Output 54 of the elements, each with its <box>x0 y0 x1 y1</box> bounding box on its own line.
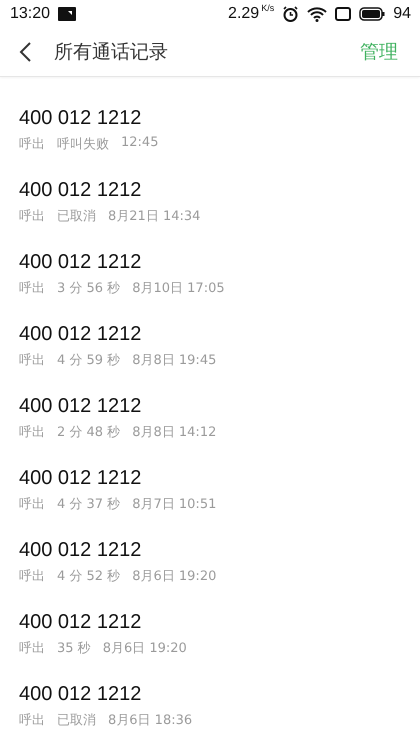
call-type: 呼出 <box>19 712 45 729</box>
back-button[interactable] <box>18 41 32 64</box>
call-time: 8月6日 19:20 <box>132 568 216 585</box>
call-type: 呼出 <box>19 208 45 225</box>
battery-level: 94 <box>393 5 411 24</box>
call-type: 呼出 <box>19 640 45 657</box>
call-result: 已取消 <box>57 208 96 225</box>
screen-icon <box>335 7 352 22</box>
phone-number: 400 012 1212 <box>19 107 142 130</box>
call-type: 呼出 <box>19 424 45 441</box>
call-result: 3 分 56 秒 <box>57 280 120 297</box>
call-log-item[interactable]: 400 012 1212 呼出 4 分 52 秒 8月6日 19:20 <box>0 526 420 598</box>
call-result: 4 分 59 秒 <box>57 352 120 369</box>
call-type: 呼出 <box>19 568 45 585</box>
call-log-item[interactable]: 400 012 1212 呼出 已取消 8月6日 18:36 <box>0 670 420 742</box>
call-time: 8月8日 14:12 <box>132 424 216 441</box>
call-result: 已取消 <box>57 712 96 729</box>
alarm-icon <box>282 6 300 23</box>
phone-number: 400 012 1212 <box>19 611 142 634</box>
status-time: 13:20 <box>10 5 50 24</box>
call-result: 35 秒 <box>57 640 91 657</box>
call-log-item[interactable]: 400 012 1212 呼出 4 分 59 秒 8月8日 19:45 <box>0 310 420 382</box>
phone-number: 400 012 1212 <box>19 251 142 274</box>
call-log-item[interactable]: 400 012 1212 呼出 2 分 48 秒 8月8日 14:12 <box>0 382 420 454</box>
call-time: 8月10日 17:05 <box>132 280 225 297</box>
call-time: 8月21日 14:34 <box>108 208 200 225</box>
call-time: 12:45 <box>121 135 158 152</box>
call-log-item[interactable]: 400 012 1212 呼出 4 分 37 秒 8月7日 10:51 <box>0 454 420 526</box>
call-result: 2 分 48 秒 <box>57 424 120 441</box>
battery-icon <box>359 7 386 22</box>
call-result: 4 分 52 秒 <box>57 568 120 585</box>
call-time: 8月8日 19:45 <box>132 352 216 369</box>
phone-number: 400 012 1212 <box>19 683 142 706</box>
call-type: 呼出 <box>19 280 45 297</box>
phone-number: 400 012 1212 <box>19 323 142 346</box>
call-log-item[interactable]: 400 012 1212 呼出 3 分 56 秒 8月10日 17:05 <box>0 238 420 310</box>
phone-number: 400 012 1212 <box>19 179 142 202</box>
call-type: 呼出 <box>19 352 45 369</box>
call-type: 呼出 <box>19 136 45 153</box>
call-log-item[interactable]: 400 012 1212 呼出 呼叫失败 12:45 <box>0 94 420 166</box>
call-time: 8月6日 19:20 <box>102 640 187 657</box>
phone-number: 400 012 1212 <box>19 539 142 562</box>
call-result: 4 分 37 秒 <box>57 496 120 513</box>
phone-number: 400 012 1212 <box>19 467 142 490</box>
call-time: 8月7日 10:51 <box>132 496 216 513</box>
call-log-item[interactable]: 400 012 1212 呼出 已取消 8月21日 14:34 <box>0 166 420 238</box>
call-result: 呼叫失败 <box>57 136 109 153</box>
call-time: 8月6日 18:36 <box>108 712 192 729</box>
call-log-item[interactable]: 400 012 1212 呼出 35 秒 8月6日 19:20 <box>0 598 420 670</box>
call-type: 呼出 <box>19 496 45 513</box>
wifi-icon <box>307 6 328 22</box>
page-title: 所有通话记录 <box>54 40 169 66</box>
image-notification-icon <box>58 7 76 22</box>
phone-number: 400 012 1212 <box>19 395 142 418</box>
